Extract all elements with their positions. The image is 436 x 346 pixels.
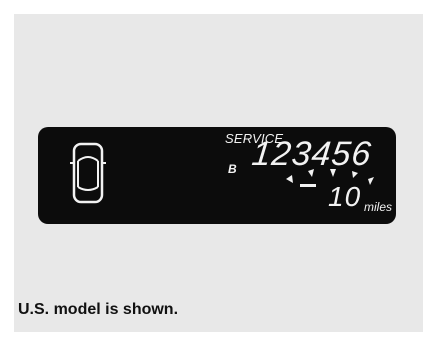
service-sub-item: B (228, 162, 237, 176)
caption: U.S. model is shown. (18, 301, 179, 318)
illustration-panel: SERVICE B 123456 10 miles (14, 14, 423, 332)
distance-unit: miles (364, 200, 393, 214)
car-top-view-icon (70, 142, 106, 204)
remaining-distance: 10 (328, 181, 362, 212)
minus-sign (300, 184, 316, 187)
lcd-display: SERVICE B 123456 10 miles (38, 127, 396, 224)
